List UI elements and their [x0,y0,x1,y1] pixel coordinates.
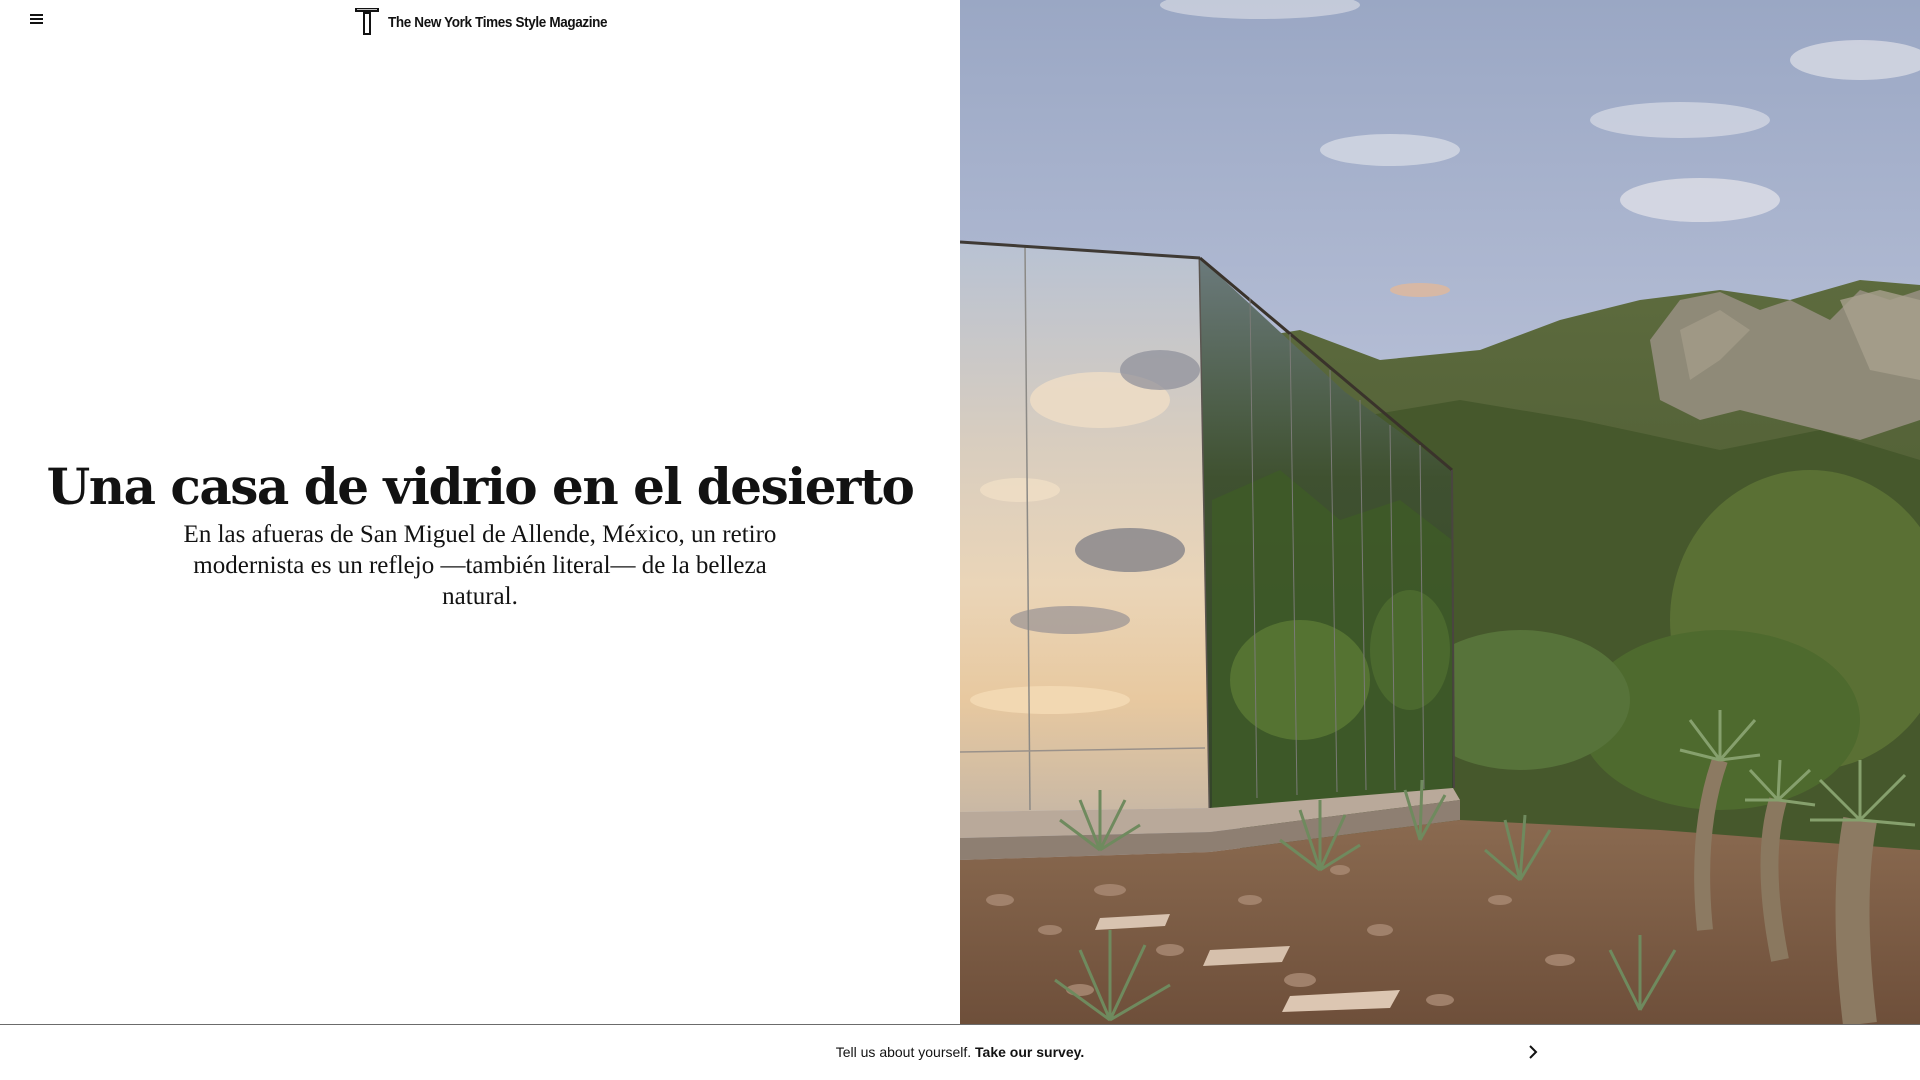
chevron-right-icon[interactable] [1524,1043,1542,1061]
dek: En las afueras de San Miguel de Allende,… [183,521,777,610]
survey-bar: Tell us about yourself. Take our survey. [0,1024,1920,1080]
headline-block: Una casa de vidrio en el desierto En las… [0,455,960,612]
take-survey-link[interactable]: Take our survey. [975,1044,1084,1060]
glass-house-photo [960,0,1920,1024]
page: The New York Times Style Magazine Una ca… [0,0,1920,1080]
survey-text: Tell us about yourself. Take our survey. [0,1044,1920,1060]
survey-prompt: Tell us about yourself. [835,1044,972,1060]
t-magazine-logo[interactable]: The New York Times Style Magazine [352,5,632,35]
logo-text: The New York Times Style Magazine [388,13,608,31]
hamburger-menu-icon[interactable] [26,10,48,28]
headline: Una casa de vidrio en el desierto [46,457,915,516]
masthead: The New York Times Style Magazine [0,0,960,44]
article-header-panel: The New York Times Style Magazine Una ca… [0,0,960,1024]
t-magazine-logo-icon [355,8,379,35]
hero-image [960,0,1920,1024]
